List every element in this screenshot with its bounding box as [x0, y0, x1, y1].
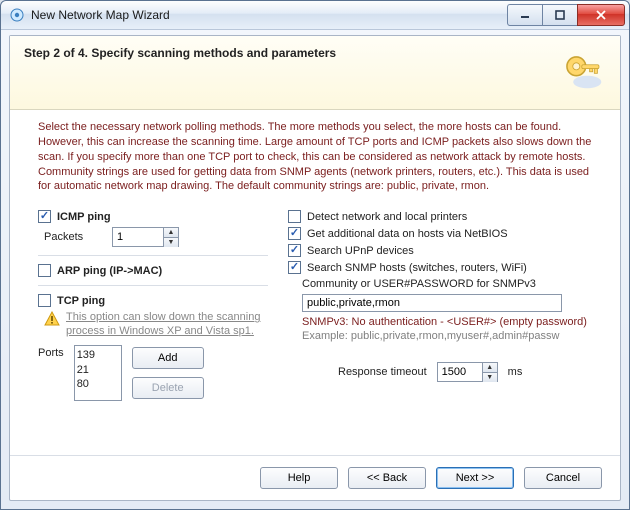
- next-button[interactable]: Next >>: [436, 467, 514, 489]
- ports-listbox[interactable]: 139 21 80: [74, 345, 122, 401]
- timeout-down-icon[interactable]: ▼: [483, 373, 497, 382]
- window-title: New Network Map Wizard: [31, 8, 507, 22]
- app-icon: [9, 7, 25, 23]
- arp-ping-checkbox[interactable]: [38, 264, 51, 277]
- packets-label: Packets: [44, 231, 104, 243]
- minimize-button[interactable]: [507, 4, 542, 26]
- snmp-example: Example: public,private,rmon,myuser#,adm…: [302, 330, 602, 342]
- wizard-panel: Step 2 of 4. Specify scanning methods an…: [9, 35, 621, 501]
- wizard-header: Step 2 of 4. Specify scanning methods an…: [10, 36, 620, 110]
- netbios-checkbox[interactable]: [288, 227, 301, 240]
- help-button[interactable]: Help: [260, 467, 338, 489]
- list-item[interactable]: 80: [77, 377, 119, 392]
- warning-icon: [44, 311, 60, 327]
- arp-ping-label: ARP ping (IP->MAC): [57, 265, 162, 277]
- packets-up-icon[interactable]: ▲: [164, 228, 178, 238]
- snmp-label: Search SNMP hosts (switches, routers, Wi…: [307, 262, 527, 274]
- timeout-up-icon[interactable]: ▲: [483, 363, 497, 373]
- detect-printers-checkbox[interactable]: [288, 210, 301, 223]
- titlebar[interactable]: New Network Map Wizard: [1, 1, 629, 30]
- icmp-ping-label: ICMP ping: [57, 211, 111, 223]
- timeout-label: Response timeout: [338, 366, 427, 378]
- divider: [38, 285, 268, 286]
- maximize-button[interactable]: [542, 4, 577, 26]
- snmp-checkbox[interactable]: [288, 261, 301, 274]
- community-label: Community or USER#PASSWORD for SNMPv3: [302, 278, 602, 290]
- wizard-key-icon: [556, 46, 606, 96]
- intro-text: Select the necessary network polling met…: [38, 120, 602, 194]
- tcp-ping-note: This option can slow down the scanning p…: [66, 311, 268, 339]
- tcp-ping-checkbox[interactable]: [38, 294, 51, 307]
- close-button[interactable]: [577, 4, 625, 26]
- packets-spinner[interactable]: ▲ ▼: [112, 227, 179, 247]
- community-input[interactable]: [302, 294, 562, 312]
- timeout-spinner[interactable]: ▲ ▼: [437, 362, 498, 382]
- detect-printers-label: Detect network and local printers: [307, 211, 467, 223]
- ports-label: Ports: [38, 347, 64, 359]
- upnp-label: Search UPnP devices: [307, 245, 414, 257]
- list-item[interactable]: 139: [77, 348, 119, 363]
- window-controls: [507, 4, 625, 26]
- list-item[interactable]: 21: [77, 363, 119, 378]
- upnp-checkbox[interactable]: [288, 244, 301, 257]
- packets-down-icon[interactable]: ▼: [164, 238, 178, 247]
- cancel-button[interactable]: Cancel: [524, 467, 602, 489]
- tcp-ping-label: TCP ping: [57, 295, 105, 307]
- timeout-input[interactable]: [438, 363, 482, 381]
- netbios-label: Get additional data on hosts via NetBIOS: [307, 228, 508, 240]
- wizard-footer: Help << Back Next >> Cancel: [10, 455, 620, 500]
- window-frame: New Network Map Wizard Step 2 of 4. Spec…: [0, 0, 630, 510]
- packets-input[interactable]: [113, 228, 163, 246]
- icmp-ping-checkbox[interactable]: [38, 210, 51, 223]
- add-port-button[interactable]: Add: [132, 347, 204, 369]
- divider: [38, 255, 268, 256]
- delete-port-button[interactable]: Delete: [132, 377, 204, 399]
- back-button[interactable]: << Back: [348, 467, 426, 489]
- snmpv3-note: SNMPv3: No authentication - <USER#> (emp…: [302, 316, 602, 328]
- timeout-unit: ms: [508, 366, 523, 378]
- step-title: Step 2 of 4. Specify scanning methods an…: [24, 46, 606, 60]
